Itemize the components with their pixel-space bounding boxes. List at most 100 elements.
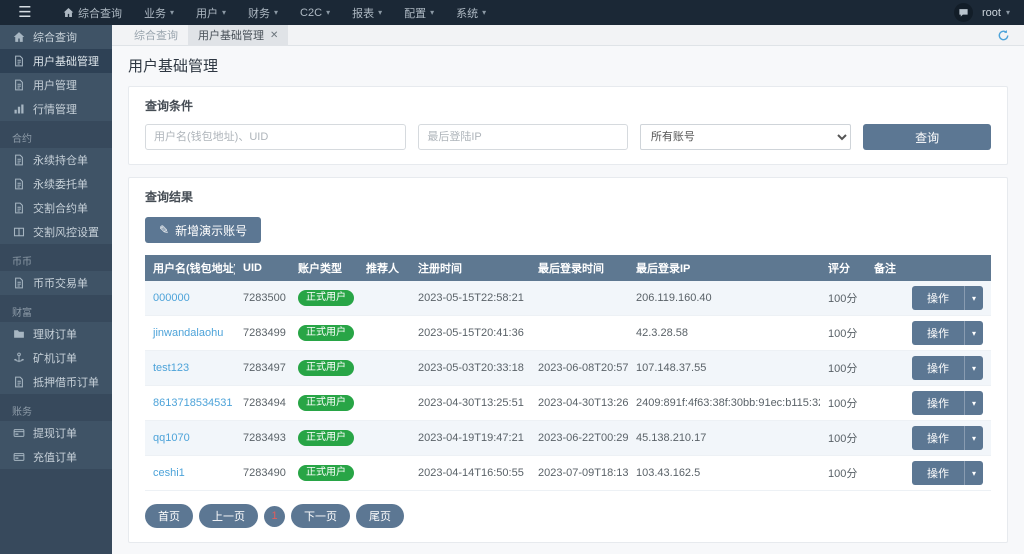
register-time-cell: 2023-05-15T22:58:21 — [410, 281, 530, 316]
tab-user-base-management[interactable]: 用户基础管理 ✕ — [188, 25, 288, 46]
sidebar-item-label: 充值订单 — [33, 449, 77, 465]
pagination-button-0[interactable]: 首页 — [145, 504, 193, 528]
referrer-cell — [358, 456, 410, 491]
sidebar-item-4-0[interactable]: 提现订单 — [0, 421, 112, 445]
register-time-cell: 2023-04-19T19:47:21 — [410, 421, 530, 456]
chevron-down-icon[interactable]: ▾ — [964, 391, 983, 415]
row-action-button[interactable]: 操作▾ — [912, 391, 983, 415]
nav-item-5[interactable]: 报表▾ — [341, 0, 393, 25]
sidebar-item-1-3[interactable]: 交割风控设置 — [0, 220, 112, 244]
action-cell: 操作▾ — [904, 386, 991, 421]
action-cell: 操作▾ — [904, 316, 991, 351]
chevron-down-icon: ▾ — [222, 8, 226, 17]
register-time-cell: 2023-04-30T13:25:51 — [410, 386, 530, 421]
chevron-down-icon[interactable]: ▾ — [964, 426, 983, 450]
sidebar-item-1-1[interactable]: 永续委托单 — [0, 172, 112, 196]
chevron-down-icon[interactable]: ▾ — [964, 286, 983, 310]
sidebar-item-2-0[interactable]: 币币交易单 — [0, 271, 112, 295]
document-icon — [13, 79, 25, 91]
table-row-0: 0000007283500正式用户2023-05-15T22:58:21206.… — [145, 281, 991, 316]
refresh-icon[interactable] — [997, 29, 1010, 42]
nav-item-7[interactable]: 系统▾ — [445, 0, 497, 25]
sidebar-item-0-3[interactable]: 行情管理 — [0, 97, 112, 121]
sidebar-item-3-0[interactable]: 理财订单 — [0, 322, 112, 346]
sidebar-item-4-1[interactable]: 充值订单 — [0, 445, 112, 469]
nav-item-label: 报表 — [352, 5, 374, 21]
add-demo-account-button[interactable]: ✎ 新增演示账号 — [145, 217, 261, 243]
chevron-down-icon[interactable]: ▾ — [964, 461, 983, 485]
nav-item-4[interactable]: C2C▾ — [289, 0, 341, 25]
sidebar-group-0: 综合查询用户基础管理用户管理行情管理 — [0, 25, 112, 121]
last-login-ip-cell: 45.138.210.17 — [628, 421, 820, 456]
user-link[interactable]: test123 — [145, 351, 235, 386]
user-link[interactable]: ceshi1 — [145, 456, 235, 491]
account-type-select[interactable]: 所有账号 — [640, 124, 851, 150]
hamburger-menu-icon[interactable]: ☰ — [8, 0, 42, 25]
chevron-down-icon[interactable]: ▾ — [964, 356, 983, 380]
last-login-time-cell: 2023-04-30T13:26:12 — [530, 386, 628, 421]
nav-item-6[interactable]: 配置▾ — [393, 0, 445, 25]
column-header-3: 推荐人 — [358, 255, 410, 281]
row-action-label: 操作 — [912, 391, 964, 415]
tab-label: 用户基础管理 — [198, 27, 264, 43]
sidebar: 综合查询用户基础管理用户管理行情管理合约永续持仓单永续委托单交割合约单交割风控设… — [0, 25, 112, 554]
row-action-button[interactable]: 操作▾ — [912, 321, 983, 345]
uid-cell: 7283494 — [235, 386, 290, 421]
results-table-body: 0000007283500正式用户2023-05-15T22:58:21206.… — [145, 281, 991, 491]
user-link[interactable]: qq1070 — [145, 421, 235, 456]
user-link[interactable]: 000000 — [145, 281, 235, 316]
query-panel: 查询条件 所有账号 查询 — [128, 86, 1008, 165]
row-action-button[interactable]: 操作▾ — [912, 356, 983, 380]
sidebar-item-1-0[interactable]: 永续持仓单 — [0, 148, 112, 172]
account-type-badge: 正式用户 — [298, 465, 354, 481]
sidebar-section-label-2: 币币 — [0, 244, 112, 271]
sidebar-item-1-2[interactable]: 交割合约单 — [0, 196, 112, 220]
referrer-cell — [358, 421, 410, 456]
column-header-4: 注册时间 — [410, 255, 530, 281]
pagination-button-1[interactable]: 上一页 — [199, 504, 258, 528]
note-cell — [866, 281, 904, 316]
nav-item-label: 综合查询 — [78, 5, 122, 21]
chevron-down-icon[interactable]: ▾ — [964, 321, 983, 345]
tab-label: 综合查询 — [134, 27, 178, 43]
username-search-input[interactable] — [145, 124, 406, 150]
navbar-right: root ▾ — [954, 3, 1024, 22]
score-cell: 100分 — [820, 386, 866, 421]
home-icon — [63, 7, 74, 18]
chat-icon[interactable] — [954, 3, 973, 22]
sidebar-item-0-2[interactable]: 用户管理 — [0, 73, 112, 97]
sidebar-item-0-0[interactable]: 综合查询 — [0, 25, 112, 49]
row-action-button[interactable]: 操作▾ — [912, 461, 983, 485]
sidebar-item-3-2[interactable]: 抵押借币订单 — [0, 370, 112, 394]
results-table: 用户名(钱包地址)UID账户类型推荐人注册时间最后登录时间最后登录IP评分备注 … — [145, 255, 991, 491]
last-login-ip-input[interactable] — [418, 124, 628, 150]
column-header-1: UID — [235, 255, 290, 281]
sidebar-item-0-1[interactable]: 用户基础管理 — [0, 49, 112, 73]
user-link[interactable]: 8613718534531 — [145, 386, 235, 421]
last-login-ip-cell: 206.119.160.40 — [628, 281, 820, 316]
query-panel-heading: 查询条件 — [145, 97, 991, 114]
row-action-label: 操作 — [912, 356, 964, 380]
row-action-button[interactable]: 操作▾ — [912, 286, 983, 310]
sidebar-item-3-1[interactable]: 矿机订单 — [0, 346, 112, 370]
row-action-button[interactable]: 操作▾ — [912, 426, 983, 450]
sidebar-item-label: 交割风控设置 — [33, 224, 99, 240]
nav-item-3[interactable]: 财务▾ — [237, 0, 289, 25]
pagination-current-page[interactable]: 1 — [264, 506, 285, 527]
user-link[interactable]: jinwandalaohu — [145, 316, 235, 351]
pagination-button-3[interactable]: 下一页 — [291, 504, 350, 528]
close-icon[interactable]: ✕ — [270, 30, 278, 41]
nav-item-label: C2C — [300, 7, 322, 19]
column-header-6: 最后登录IP — [628, 255, 820, 281]
nav-item-0[interactable]: 综合查询 — [52, 0, 133, 25]
search-button[interactable]: 查询 — [863, 124, 991, 150]
nav-item-1[interactable]: 业务▾ — [133, 0, 185, 25]
user-menu[interactable]: root ▾ — [982, 7, 1010, 19]
tab-overview[interactable]: 综合查询 — [124, 25, 188, 46]
results-panel-heading: 查询结果 — [145, 188, 991, 205]
pagination: 首页上一页 1 下一页尾页 — [145, 504, 991, 528]
pagination-button-4[interactable]: 尾页 — [356, 504, 404, 528]
chevron-down-icon: ▾ — [170, 8, 174, 17]
last-login-time-cell: 2023-06-22T00:29:13 — [530, 421, 628, 456]
nav-item-2[interactable]: 用户▾ — [185, 0, 237, 25]
